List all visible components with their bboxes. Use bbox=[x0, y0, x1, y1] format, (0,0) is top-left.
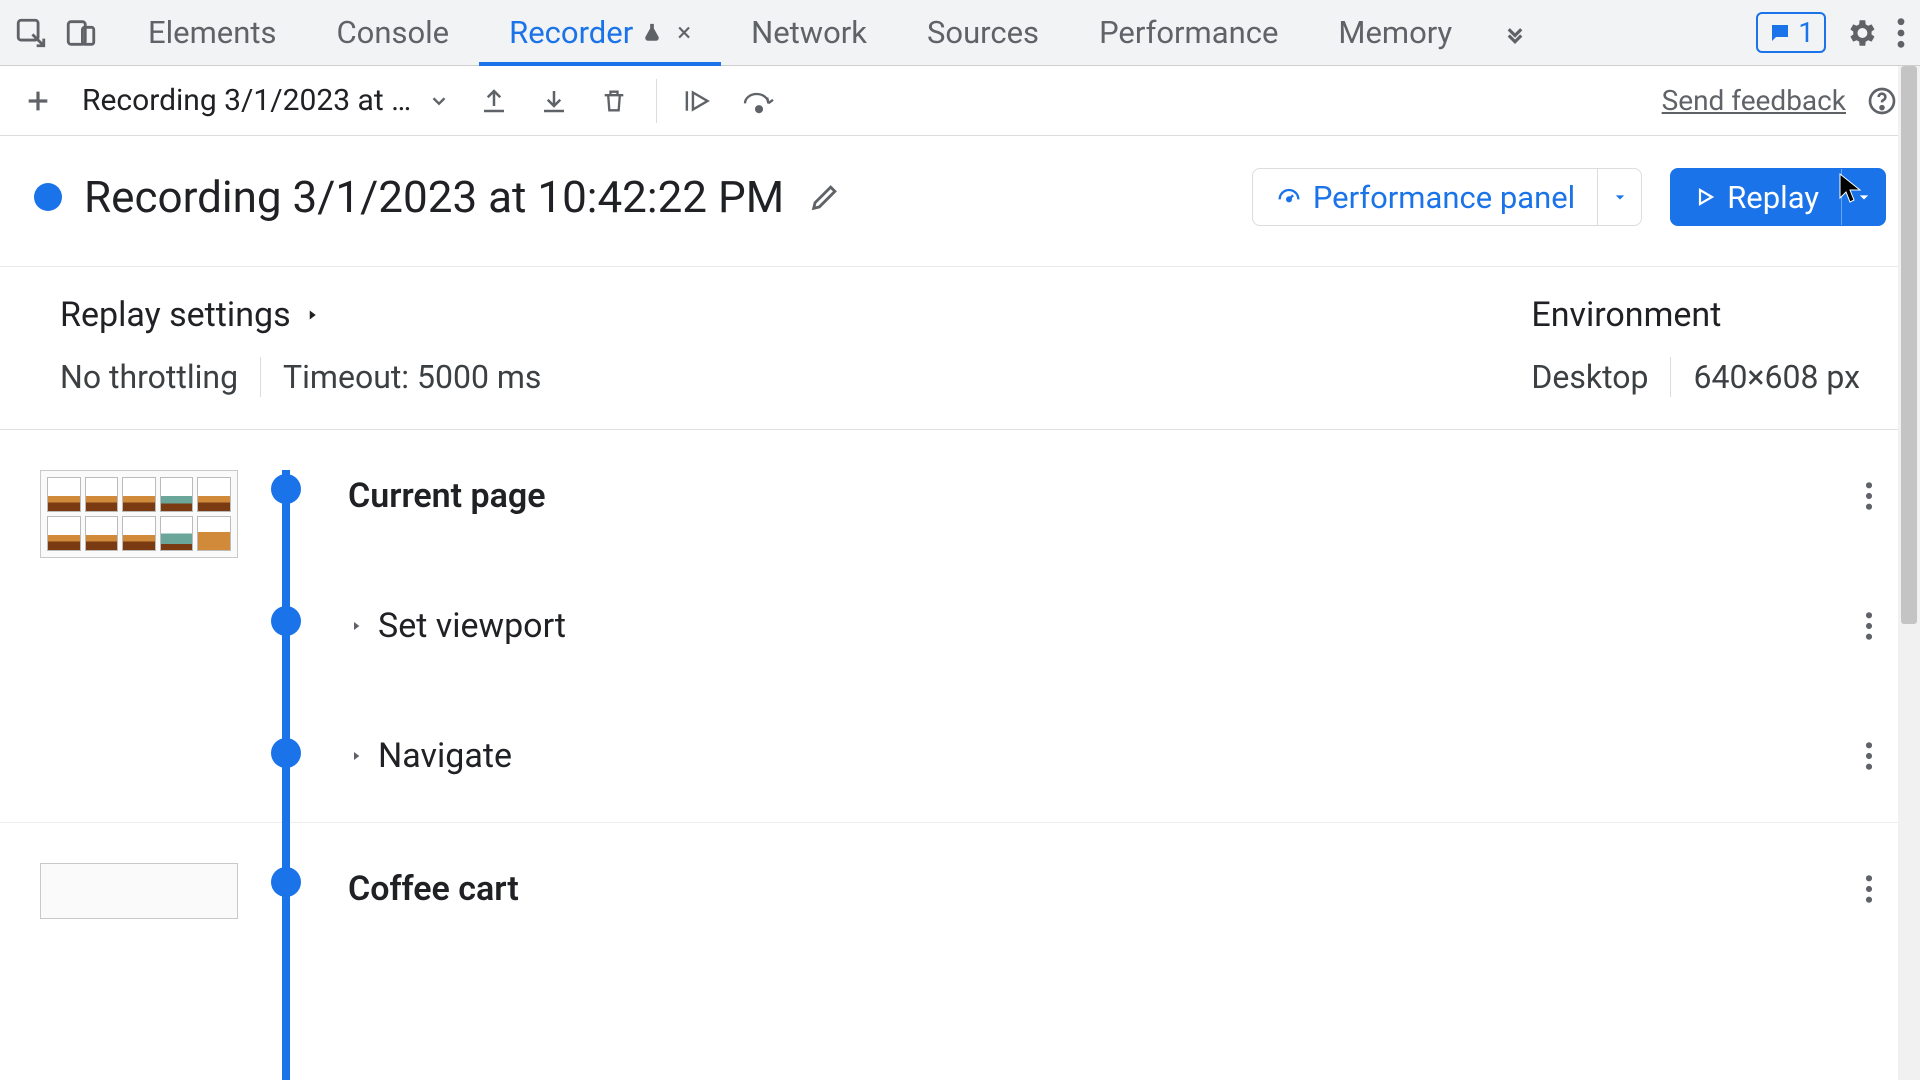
step-label: Set viewport bbox=[378, 606, 566, 646]
timeout-value: Timeout: 5000 ms bbox=[283, 358, 541, 396]
chevron-right-icon bbox=[348, 745, 364, 767]
recording-status-dot bbox=[34, 183, 62, 211]
recording-selector-label: Recording 3/1/2023 at 10… bbox=[82, 83, 412, 118]
new-recording-icon[interactable] bbox=[14, 77, 62, 125]
step-title: Current page bbox=[348, 476, 546, 516]
gauge-icon bbox=[1275, 183, 1303, 211]
environment-title: Environment bbox=[1531, 295, 1860, 335]
settings-gear-icon[interactable] bbox=[1844, 16, 1878, 50]
flask-icon bbox=[641, 20, 663, 46]
timeline bbox=[266, 863, 306, 897]
button-label: Replay bbox=[1727, 179, 1819, 216]
step-row[interactable]: Current page bbox=[348, 470, 1880, 522]
delete-icon[interactable] bbox=[590, 77, 638, 125]
step-menu-icon[interactable] bbox=[1858, 734, 1880, 778]
replay-settings-toggle[interactable]: Replay settings bbox=[60, 295, 1531, 335]
tab-label: Memory bbox=[1338, 14, 1452, 51]
tab-label: Console bbox=[336, 14, 449, 51]
timeline-node bbox=[271, 738, 301, 768]
step-label: Navigate bbox=[378, 736, 512, 776]
devtools-tabstrip: Elements Console Recorder × Network Sour… bbox=[0, 0, 1920, 66]
vertical-scrollbar[interactable] bbox=[1898, 66, 1920, 1080]
timeline-node bbox=[271, 474, 301, 504]
tab-label: Elements bbox=[148, 14, 276, 51]
tab-label: Recorder bbox=[509, 14, 633, 51]
perf-panel-dropdown[interactable] bbox=[1597, 169, 1641, 225]
divider bbox=[1670, 357, 1671, 397]
tab-label: Performance bbox=[1099, 14, 1278, 51]
scrollbar-thumb[interactable] bbox=[1901, 66, 1917, 624]
tab-label: Sources bbox=[927, 14, 1039, 51]
tab-elements[interactable]: Elements bbox=[118, 0, 306, 65]
throttling-value: No throttling bbox=[60, 358, 238, 396]
step-row[interactable]: Set viewport bbox=[348, 600, 1880, 652]
step-over-icon[interactable] bbox=[735, 77, 783, 125]
timeline bbox=[266, 470, 306, 768]
device-toolbar-icon[interactable] bbox=[56, 8, 106, 58]
close-icon[interactable]: × bbox=[677, 18, 691, 48]
step-group: Current page Set viewport Navigate bbox=[40, 470, 1880, 782]
step-menu-icon[interactable] bbox=[1858, 474, 1880, 518]
timeline-node bbox=[271, 606, 301, 636]
recorder-toolbar: Recording 3/1/2023 at 10… Send feedback bbox=[0, 66, 1920, 136]
issues-chip[interactable]: 1 bbox=[1756, 12, 1826, 53]
step-title: Coffee cart bbox=[348, 869, 519, 909]
step-row[interactable]: Coffee cart bbox=[348, 863, 1880, 915]
timeline-node bbox=[271, 867, 301, 897]
inspect-element-icon[interactable] bbox=[6, 8, 56, 58]
step-menu-icon[interactable] bbox=[1858, 867, 1880, 911]
chevron-right-icon bbox=[348, 615, 364, 637]
step-group: Coffee cart bbox=[40, 863, 1880, 919]
divider bbox=[260, 357, 261, 397]
main-menu-icon[interactable] bbox=[1896, 16, 1906, 50]
chevron-right-icon bbox=[303, 303, 321, 327]
tab-network[interactable]: Network bbox=[721, 0, 897, 65]
recording-title: Recording 3/1/2023 at 10:42:22 PM bbox=[84, 171, 784, 223]
tab-console[interactable]: Console bbox=[306, 0, 479, 65]
environment-device: Desktop bbox=[1531, 358, 1648, 396]
issues-count: 1 bbox=[1798, 16, 1814, 49]
recording-selector[interactable]: Recording 3/1/2023 at 10… bbox=[74, 83, 458, 118]
send-feedback-link[interactable]: Send feedback bbox=[1662, 84, 1846, 117]
performance-panel-button[interactable]: Performance panel bbox=[1252, 168, 1642, 226]
step-row[interactable]: Navigate bbox=[348, 730, 1880, 782]
tabs-overflow-icon[interactable] bbox=[1482, 0, 1548, 65]
export-icon[interactable] bbox=[530, 77, 578, 125]
tab-performance[interactable]: Performance bbox=[1069, 0, 1308, 65]
chevron-down-icon bbox=[428, 90, 450, 112]
step-menu-icon[interactable] bbox=[1858, 604, 1880, 648]
tab-recorder[interactable]: Recorder × bbox=[479, 0, 721, 65]
play-icon bbox=[1693, 185, 1717, 209]
step-screenshot-thumbnail[interactable] bbox=[40, 863, 238, 919]
import-icon[interactable] bbox=[470, 77, 518, 125]
section-title: Replay settings bbox=[60, 295, 291, 335]
recording-header: Recording 3/1/2023 at 10:42:22 PM Perfor… bbox=[0, 136, 1920, 267]
panel-tabs: Elements Console Recorder × Network Sour… bbox=[118, 0, 1548, 65]
button-label: Performance panel bbox=[1313, 179, 1575, 216]
tab-sources[interactable]: Sources bbox=[897, 0, 1069, 65]
divider bbox=[656, 79, 657, 123]
environment-size: 640×608 px bbox=[1693, 358, 1860, 396]
step-play-icon[interactable] bbox=[675, 77, 723, 125]
tab-label: Network bbox=[751, 14, 867, 51]
message-icon bbox=[1768, 21, 1792, 45]
replay-settings-row: Replay settings No throttling Timeout: 5… bbox=[0, 267, 1920, 430]
steps-panel: Current page Set viewport Navigate bbox=[0, 430, 1920, 959]
step-screenshot-thumbnail[interactable] bbox=[40, 470, 238, 558]
edit-title-icon[interactable] bbox=[808, 180, 842, 214]
tab-memory[interactable]: Memory bbox=[1308, 0, 1482, 65]
